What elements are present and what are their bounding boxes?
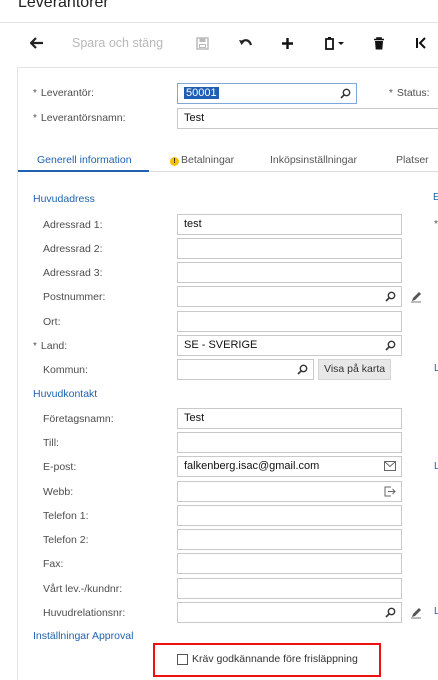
address3-label: Adressrad 3: bbox=[43, 267, 103, 279]
save-close-button[interactable]: Spara och stäng bbox=[72, 33, 163, 53]
right-column-section-marker: E bbox=[433, 192, 438, 203]
relation-number-label: Huvudrelationsnr: bbox=[43, 607, 126, 619]
section-main-contact: Huvudkontakt bbox=[33, 388, 98, 400]
back-button[interactable] bbox=[28, 33, 46, 53]
section-approval-settings: Inställningar Approval bbox=[33, 630, 134, 642]
page-title: Leverantörer bbox=[18, 0, 109, 11]
web-input[interactable] bbox=[177, 481, 402, 502]
vendor-id-value: 50001 bbox=[184, 87, 219, 99]
save-button[interactable] bbox=[194, 33, 210, 53]
add-button[interactable] bbox=[279, 33, 295, 53]
country-input[interactable]: SE - SVERIGE bbox=[177, 335, 402, 356]
email-value: falkenberg.isac@gmail.com bbox=[184, 460, 320, 472]
active-tab-indicator bbox=[18, 170, 149, 172]
city-input[interactable] bbox=[177, 311, 402, 332]
attention-input[interactable] bbox=[177, 432, 402, 453]
copy-paste-button[interactable] bbox=[322, 33, 350, 53]
vendor-name-label: * Leverantörsnamn: bbox=[33, 112, 126, 124]
search-icon[interactable] bbox=[297, 364, 308, 375]
right-column-required-mark: * bbox=[434, 219, 438, 230]
fax-label: Fax: bbox=[43, 558, 64, 570]
status-label: * Status: bbox=[389, 87, 430, 99]
toolbar: Spara och stäng bbox=[0, 23, 438, 63]
envelope-icon[interactable] bbox=[384, 461, 396, 471]
municipality-label: Kommun: bbox=[43, 364, 88, 376]
undo-button[interactable] bbox=[236, 33, 254, 53]
external-link-icon[interactable] bbox=[384, 486, 396, 497]
trash-icon bbox=[374, 36, 384, 49]
warning-icon: ! bbox=[170, 157, 179, 166]
tab-purchase-settings[interactable]: Inköpsinställningar bbox=[270, 154, 357, 166]
vendor-name-input[interactable]: Test bbox=[177, 108, 438, 129]
municipality-input[interactable] bbox=[177, 359, 314, 380]
show-on-map-button[interactable]: Visa på karta bbox=[318, 359, 392, 380]
city-label: Ort: bbox=[43, 316, 61, 328]
first-record-button[interactable] bbox=[413, 33, 429, 53]
pencil-icon[interactable] bbox=[410, 291, 422, 303]
delete-button[interactable] bbox=[371, 33, 387, 53]
phone1-label: Telefon 1: bbox=[43, 510, 89, 522]
tab-locations[interactable]: Platser bbox=[396, 154, 429, 166]
right-column-marker: L bbox=[434, 363, 438, 374]
phone2-input[interactable] bbox=[177, 529, 402, 550]
vendor-label: * Leverantör: bbox=[33, 87, 95, 99]
postal-label: Postnummer: bbox=[43, 291, 106, 303]
section-main-address: Huvudadress bbox=[33, 193, 95, 205]
undo-icon bbox=[238, 39, 252, 46]
save-icon bbox=[195, 36, 209, 50]
arrow-left-icon bbox=[30, 37, 43, 49]
account-number-label: Vårt lev.-/kundnr: bbox=[43, 583, 123, 595]
account-number-input[interactable] bbox=[177, 578, 402, 599]
phone2-label: Telefon 2: bbox=[43, 534, 89, 546]
address3-input[interactable] bbox=[177, 262, 402, 283]
address2-label: Adressrad 2: bbox=[43, 243, 103, 255]
address2-input[interactable] bbox=[177, 238, 402, 259]
plus-icon bbox=[281, 37, 293, 49]
search-icon[interactable] bbox=[385, 340, 396, 351]
email-label: E-post: bbox=[43, 461, 77, 473]
pencil-icon[interactable] bbox=[410, 607, 422, 619]
search-icon[interactable] bbox=[385, 291, 396, 302]
relation-number-input[interactable] bbox=[177, 602, 402, 623]
require-approval-label: Kräv godkännande före frisläppning bbox=[192, 653, 358, 665]
right-column-marker: L bbox=[434, 606, 438, 617]
company-input[interactable]: Test bbox=[177, 408, 402, 429]
tab-general-info[interactable]: Generell information bbox=[37, 154, 132, 166]
right-column-marker: L bbox=[434, 461, 438, 472]
search-icon[interactable] bbox=[385, 607, 396, 618]
phone1-input[interactable] bbox=[177, 505, 402, 526]
search-icon[interactable] bbox=[340, 88, 351, 99]
first-record-icon bbox=[416, 37, 426, 49]
country-label: * Land: bbox=[33, 340, 68, 352]
address1-label: Adressrad 1: bbox=[43, 219, 103, 231]
require-approval-checkbox[interactable] bbox=[177, 654, 188, 665]
country-value: SE - SVERIGE bbox=[184, 339, 258, 351]
tab-payments[interactable]: ! Betalningar bbox=[170, 154, 234, 166]
postal-input[interactable] bbox=[177, 286, 402, 307]
web-label: Webb: bbox=[43, 486, 74, 498]
copy-paste-icon bbox=[325, 36, 344, 50]
address1-input[interactable]: test bbox=[177, 214, 402, 235]
vendor-id-input[interactable]: 50001 bbox=[177, 83, 357, 104]
tab-bar: Generell information ! Betalningar Inköps… bbox=[18, 150, 438, 172]
company-label: Företagsnamn: bbox=[43, 413, 114, 425]
fax-input[interactable] bbox=[177, 553, 402, 574]
save-close-label: Spara och stäng bbox=[72, 36, 164, 50]
email-input[interactable]: falkenberg.isac@gmail.com bbox=[177, 456, 402, 477]
attention-label: Till: bbox=[43, 437, 59, 449]
